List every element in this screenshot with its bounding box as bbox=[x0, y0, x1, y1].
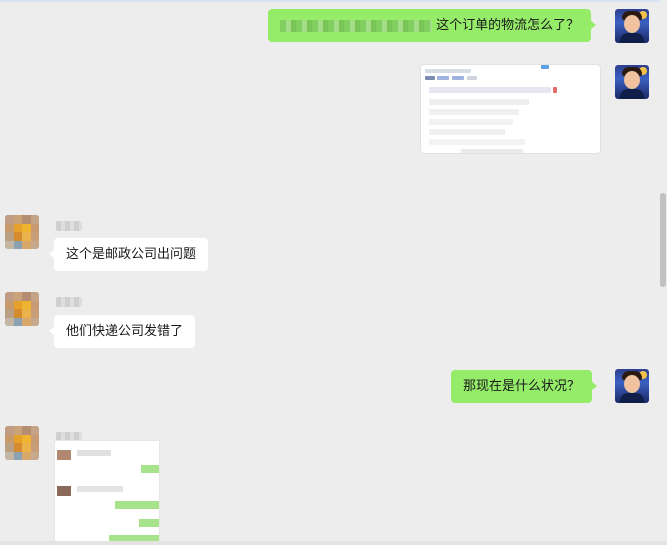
scrollbar-thumb[interactable] bbox=[660, 193, 666, 287]
self-avatar-icon[interactable] bbox=[615, 65, 649, 99]
chat-message-area[interactable]: 这个订单的物流怎么了？ 这个是邮政公司出问题 他们快递公司发错了 那现在是什么状… bbox=[0, 0, 660, 545]
other-avatar-icon[interactable] bbox=[5, 292, 39, 326]
sender-name-redacted bbox=[56, 221, 82, 231]
image-message[interactable] bbox=[421, 65, 600, 153]
chat-bottom-border bbox=[0, 541, 667, 545]
self-avatar-icon[interactable] bbox=[615, 9, 649, 43]
message-text: 那现在是什么状况？ bbox=[463, 379, 581, 394]
other-avatar-icon[interactable] bbox=[5, 426, 39, 460]
redacted-text bbox=[280, 19, 432, 32]
self-avatar-icon[interactable] bbox=[615, 369, 649, 403]
message-bubble[interactable]: 这个订单的物流怎么了？ bbox=[268, 9, 597, 42]
sender-name-redacted bbox=[56, 297, 82, 307]
message-text: 这个是邮政公司出问题 bbox=[66, 247, 197, 262]
forwarded-chat-card[interactable] bbox=[54, 440, 160, 545]
message-bubble[interactable]: 这个是邮政公司出问题 bbox=[48, 238, 209, 271]
other-avatar-icon[interactable] bbox=[5, 215, 39, 249]
message-bubble[interactable]: 他们快递公司发错了 bbox=[48, 315, 196, 348]
message-text: 这个订单的物流怎么了？ bbox=[436, 18, 580, 33]
message-bubble[interactable]: 那现在是什么状况？ bbox=[451, 370, 598, 403]
message-text: 他们快递公司发错了 bbox=[66, 324, 184, 339]
